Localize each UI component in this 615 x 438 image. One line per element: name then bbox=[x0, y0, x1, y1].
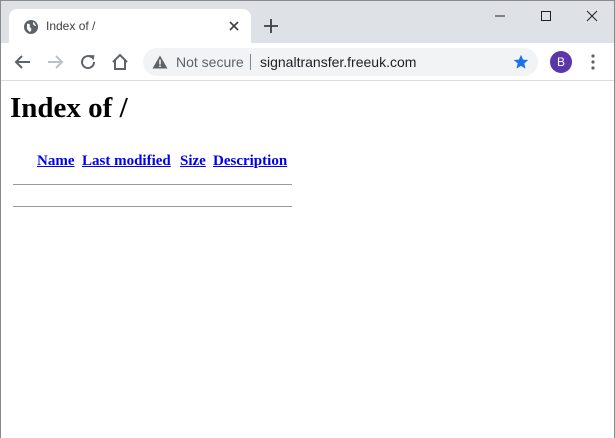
forward-arrow-icon[interactable] bbox=[45, 52, 65, 72]
page-title: Index of / bbox=[10, 92, 128, 124]
address-bar[interactable]: Not secure signaltransfer.freeuk.com bbox=[143, 48, 538, 76]
minimize-icon bbox=[495, 15, 505, 17]
column-header-description[interactable]: Description bbox=[213, 152, 287, 170]
bookmark-star-icon[interactable] bbox=[513, 54, 529, 70]
url-text[interactable]: signaltransfer.freeuk.com bbox=[260, 54, 416, 70]
horizontal-rule bbox=[13, 184, 292, 185]
column-header-name[interactable]: Name bbox=[37, 152, 75, 170]
minimize-button[interactable] bbox=[477, 1, 523, 31]
window-close-button[interactable] bbox=[569, 1, 615, 31]
maximize-button[interactable] bbox=[523, 1, 569, 31]
browser-toolbar: Not secure signaltransfer.freeuk.com B bbox=[1, 43, 614, 81]
more-menu-icon[interactable] bbox=[585, 53, 601, 71]
horizontal-rule bbox=[13, 206, 292, 207]
page-content: Index of / Name Last modified Size Descr… bbox=[1, 82, 614, 438]
column-header-size[interactable]: Size bbox=[180, 152, 206, 170]
back-arrow-icon[interactable] bbox=[13, 52, 33, 72]
tab-title: Index of / bbox=[46, 19, 96, 33]
tab-strip: Index of / bbox=[1, 1, 614, 43]
security-status-label[interactable]: Not secure bbox=[176, 54, 244, 70]
globe-icon bbox=[24, 20, 38, 34]
browser-window: Index of / Not secure signaltransfer.fre… bbox=[0, 0, 615, 438]
home-icon[interactable] bbox=[110, 52, 130, 72]
profile-avatar[interactable]: B bbox=[550, 51, 572, 73]
reload-icon[interactable] bbox=[78, 52, 98, 72]
tab-index[interactable]: Index of / bbox=[9, 9, 251, 43]
tab-close-icon[interactable] bbox=[227, 19, 241, 33]
new-tab-icon[interactable] bbox=[263, 18, 279, 34]
close-icon bbox=[586, 10, 598, 22]
address-divider bbox=[250, 54, 251, 70]
warning-icon[interactable] bbox=[152, 55, 168, 69]
column-header-last-modified[interactable]: Last modified bbox=[82, 152, 171, 170]
maximize-icon bbox=[541, 11, 551, 21]
